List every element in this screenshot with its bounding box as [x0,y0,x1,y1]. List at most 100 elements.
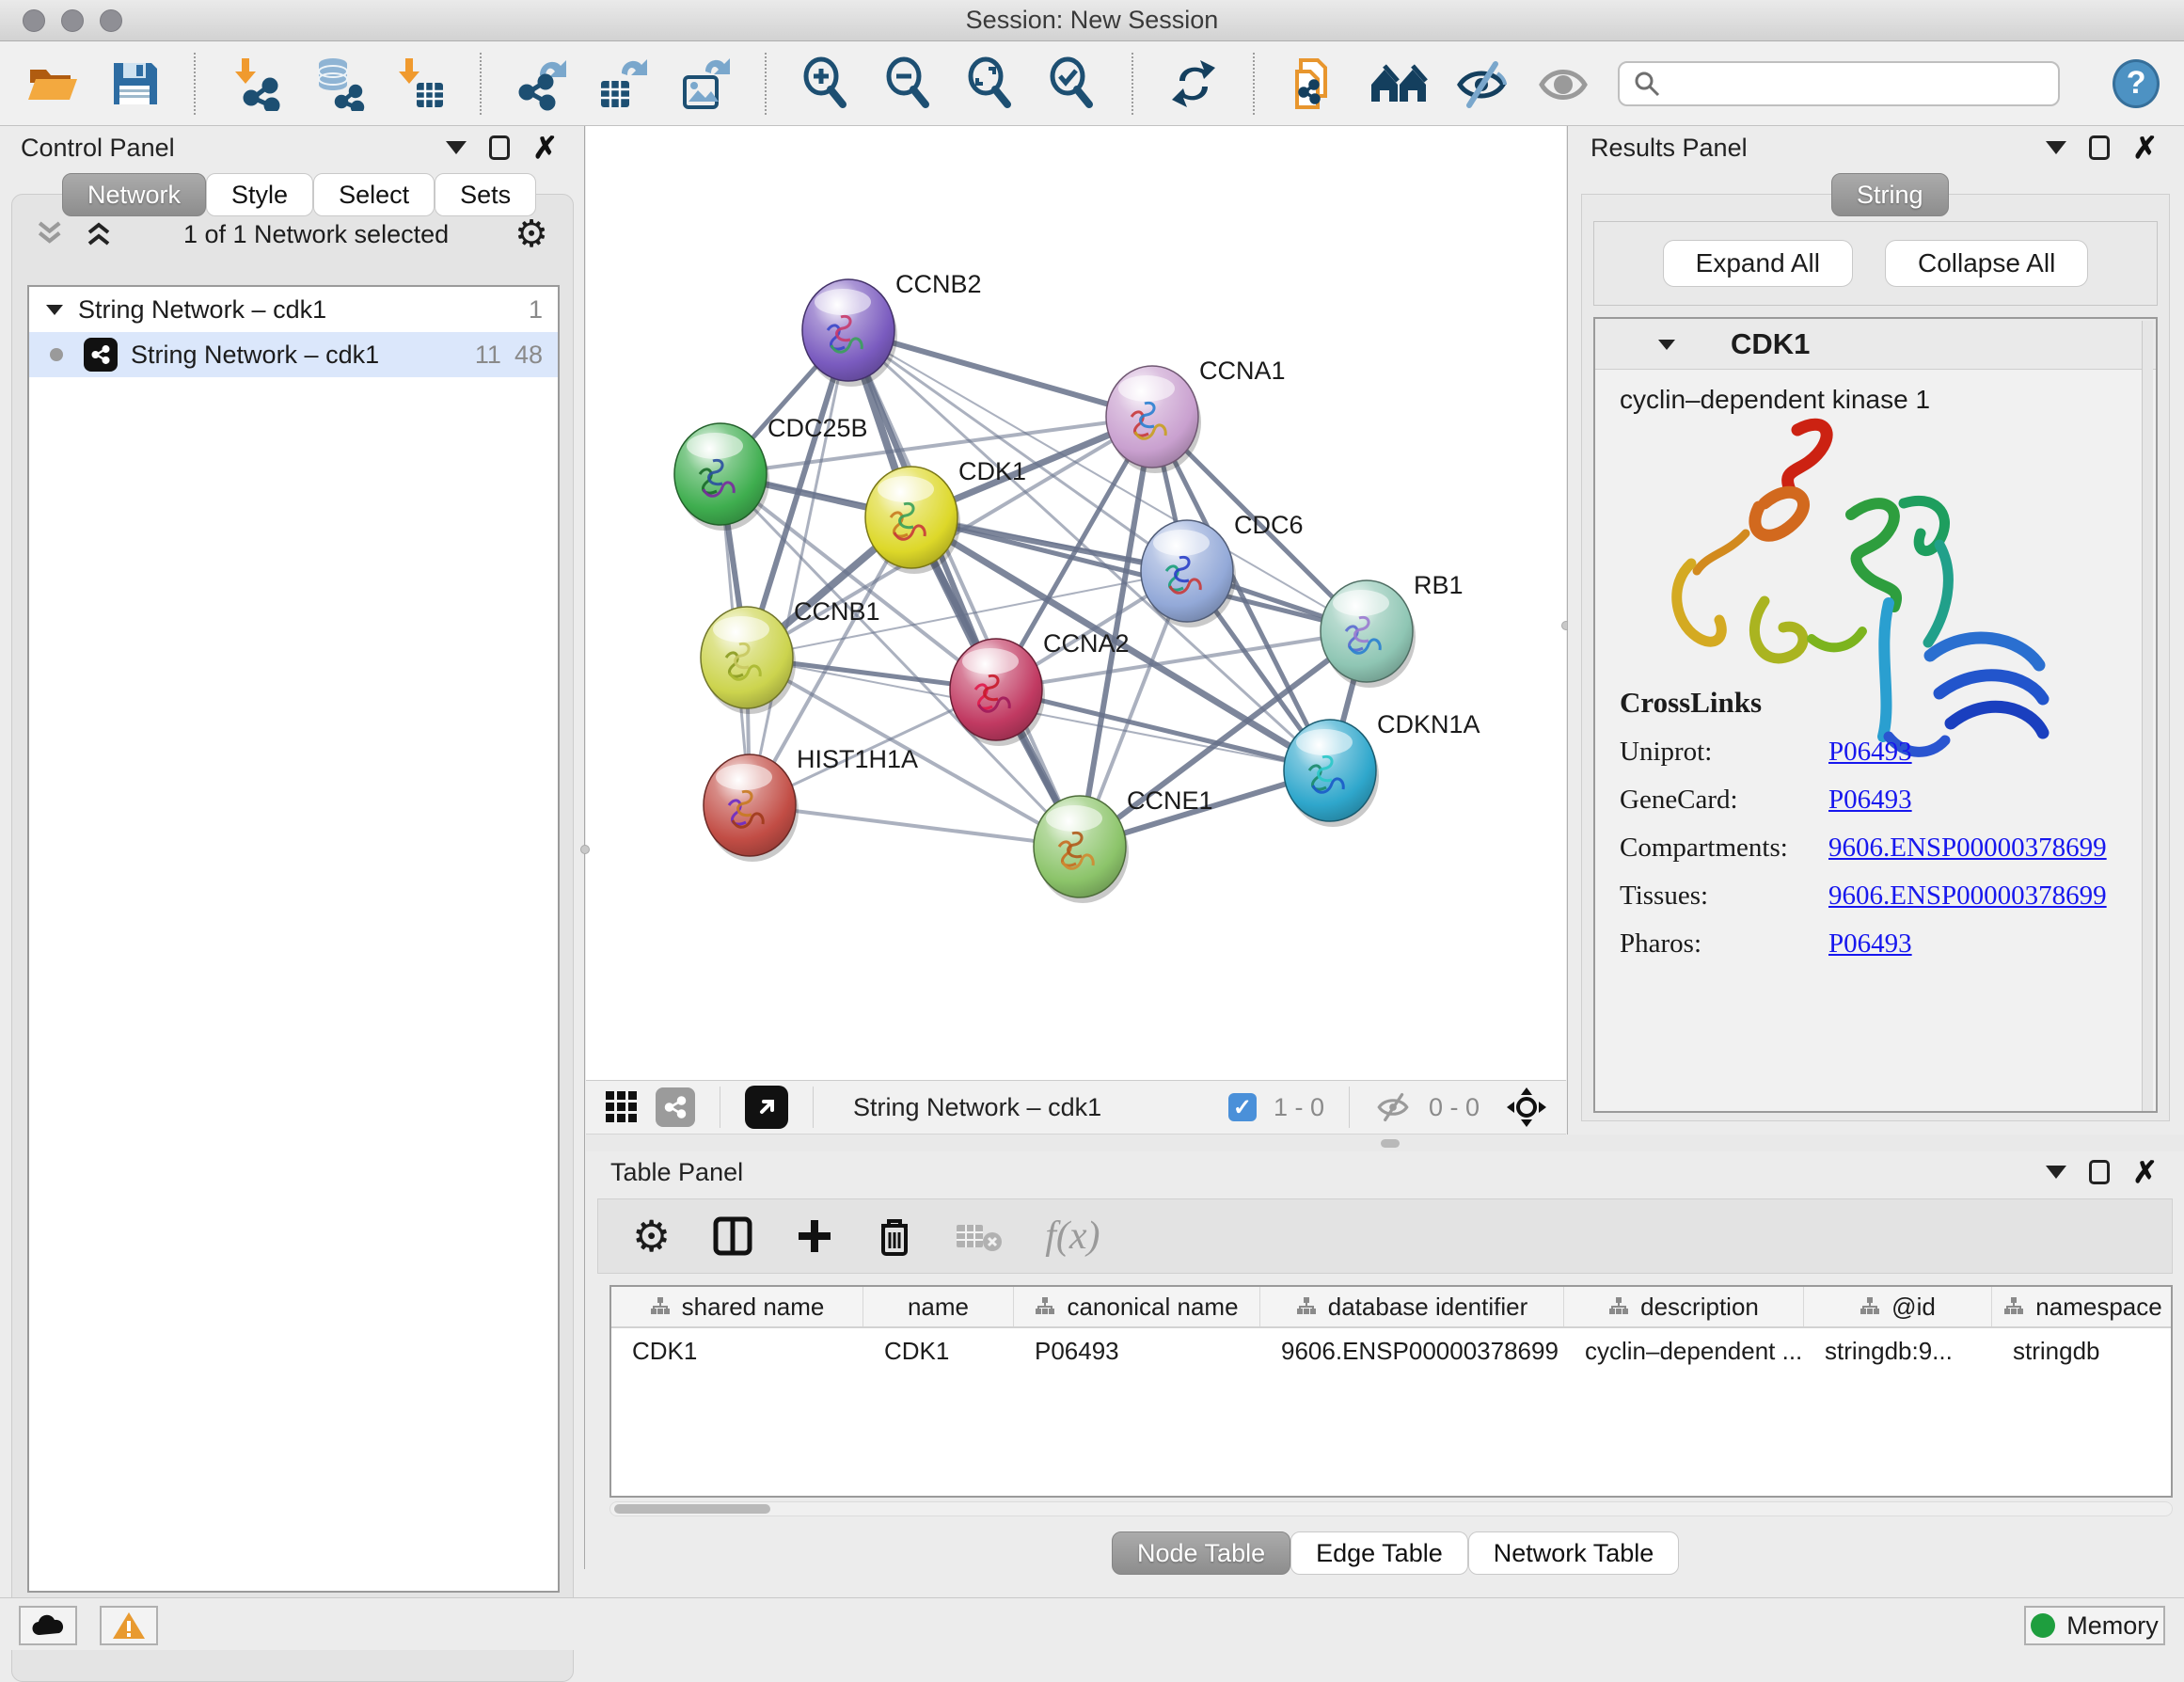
zoom-selected-button[interactable] [1044,55,1100,113]
edge-CCNB2-HIST1H1A[interactable] [750,330,848,805]
export-network-button[interactable] [514,55,569,113]
column-header-description[interactable]: description [1564,1287,1804,1326]
node-table[interactable]: shared namenamecanonical namedatabase id… [609,1285,2173,1498]
scrollbar-thumb[interactable] [614,1504,770,1514]
tab-select[interactable]: Select [313,173,435,216]
memory-button[interactable]: Memory [2024,1606,2165,1645]
import-table-file-button[interactable] [391,55,447,113]
column-header--id[interactable]: @id [1804,1287,1992,1326]
string-home-button[interactable] [1369,55,1428,113]
show-columns-icon[interactable] [712,1215,753,1257]
node-CCNA1[interactable]: CCNA1 [1106,357,1286,473]
cloud-status-button[interactable] [19,1606,77,1645]
tab-string[interactable]: String [1831,173,1949,216]
float-panel-icon[interactable] [2046,1166,2066,1179]
export-table-button[interactable] [595,55,651,113]
search-box[interactable] [1618,61,2061,106]
collapse-all-icon[interactable] [37,221,69,247]
horizontal-splitter[interactable] [586,1135,2184,1151]
float-panel-icon[interactable] [446,141,467,154]
zoom-in-button[interactable] [799,55,854,113]
splitter-handle[interactable] [1381,1139,1400,1148]
float-panel-icon[interactable] [2046,141,2066,154]
minimize-window-button[interactable] [61,9,84,32]
close-panel-icon[interactable]: ✗ [532,133,558,163]
expand-all-icon[interactable] [86,221,118,247]
tab-node-table[interactable]: Node Table [1112,1531,1290,1575]
close-window-button[interactable] [23,9,45,32]
delete-table-icon[interactable] [955,1219,1004,1253]
column-header-canonical-name[interactable]: canonical name [1014,1287,1260,1326]
function-builder-icon[interactable]: f(x) [1045,1214,1100,1259]
search-input[interactable] [1670,69,2046,98]
warning-status-button[interactable] [100,1606,158,1645]
edge-CCNE1-HIST1H1A[interactable] [750,805,1080,847]
table-cell[interactable]: cyclin–dependent ... [1564,1328,1804,1373]
hide-unhide-button[interactable] [1454,55,1510,113]
apply-style-button[interactable] [1165,55,1221,113]
tree-expand-icon[interactable] [44,301,65,318]
crosslink-link[interactable]: P06493 [1828,737,1912,768]
collapse-all-button[interactable]: Collapse All [1885,240,2088,287]
crosslink-link[interactable]: P06493 [1828,785,1912,816]
duplicate-network-button[interactable] [1287,55,1342,113]
table-cell[interactable]: CDK1 [611,1328,863,1373]
column-header-shared-name[interactable]: shared name [611,1287,863,1326]
zoom-window-button[interactable] [100,9,122,32]
undock-panel-icon[interactable] [2089,135,2110,160]
undock-panel-icon[interactable] [2089,1160,2110,1184]
add-column-icon[interactable] [795,1216,834,1256]
tab-edge-table[interactable]: Edge Table [1290,1531,1468,1575]
tab-sets[interactable]: Sets [435,173,536,216]
open-session-button[interactable] [24,55,80,113]
node-CDKN1A[interactable]: CDKN1A [1284,710,1480,827]
grid-view-icon[interactable] [605,1090,639,1124]
node-RB1[interactable]: RB1 [1321,571,1464,688]
crosslink-link[interactable]: 9606.ENSP00000378699 [1828,881,2107,912]
section-collapse-icon[interactable] [1655,336,1678,353]
column-header-namespace[interactable]: namespace [1992,1287,2173,1326]
undock-panel-icon[interactable] [489,135,510,160]
network-type-badge-icon[interactable] [656,1087,695,1127]
delete-column-trash-icon[interactable] [876,1214,913,1258]
close-panel-icon[interactable]: ✗ [2132,1157,2158,1187]
table-cell[interactable]: 9606.ENSP00000378699 [1260,1328,1564,1373]
network-collection-row[interactable]: String Network – cdk1 1 [29,287,558,332]
export-image-button[interactable] [677,55,733,113]
import-network-database-button[interactable] [309,55,365,113]
table-cell[interactable]: CDK1 [863,1328,1014,1373]
column-header-database-identifier[interactable]: database identifier [1260,1287,1564,1326]
table-row[interactable]: CDK1CDK1P064939606.ENSP00000378699cyclin… [611,1328,2171,1373]
tab-style[interactable]: Style [206,173,313,216]
save-session-button[interactable] [106,55,162,113]
detach-view-icon[interactable] [745,1086,788,1129]
hidden-eye-slash-icon[interactable] [1374,1092,1412,1122]
import-network-file-button[interactable] [228,55,283,113]
results-scrollbar[interactable] [2142,321,2153,1111]
column-header-name[interactable]: name [863,1287,1014,1326]
expand-all-button[interactable]: Expand All [1663,240,1853,287]
birdseye-crosshair-icon[interactable] [1506,1087,1547,1128]
network-canvas[interactable]: CCNB2CCNA1CDC25BCDK1CDC6RB1CCNB1CCNA2CDK… [586,126,1566,1080]
network-row[interactable]: String Network – cdk1 11 48 [29,332,558,377]
crosslink-link[interactable]: 9606.ENSP00000378699 [1828,833,2107,864]
show-graphics-button[interactable] [1536,55,1591,113]
close-panel-icon[interactable]: ✗ [2132,133,2158,163]
window-controls[interactable] [23,9,122,32]
help-button[interactable]: ? [2113,59,2160,108]
zoom-fit-button[interactable] [962,55,1018,113]
crosslink-link[interactable]: P06493 [1828,928,1912,960]
zoom-out-button[interactable] [880,55,936,113]
table-cell[interactable]: stringdb [1992,1328,2173,1373]
table-cell[interactable]: stringdb:9... [1804,1328,1992,1373]
network-options-gear-icon[interactable]: ⚙ [514,215,548,253]
table-options-gear-icon[interactable]: ⚙ [632,1214,671,1258]
left-splitter-handle[interactable] [580,845,590,854]
node-CCNE1[interactable]: CCNE1 [1034,786,1213,903]
tab-network[interactable]: Network [62,173,206,216]
selected-checkbox-icon[interactable]: ✓ [1228,1093,1257,1121]
node-CDK1[interactable]: CDK1 [865,457,1026,574]
table-horizontal-scrollbar[interactable] [609,1501,2173,1516]
table-cell[interactable]: P06493 [1014,1328,1260,1373]
node-HIST1H1A[interactable]: HIST1H1A [704,745,918,862]
